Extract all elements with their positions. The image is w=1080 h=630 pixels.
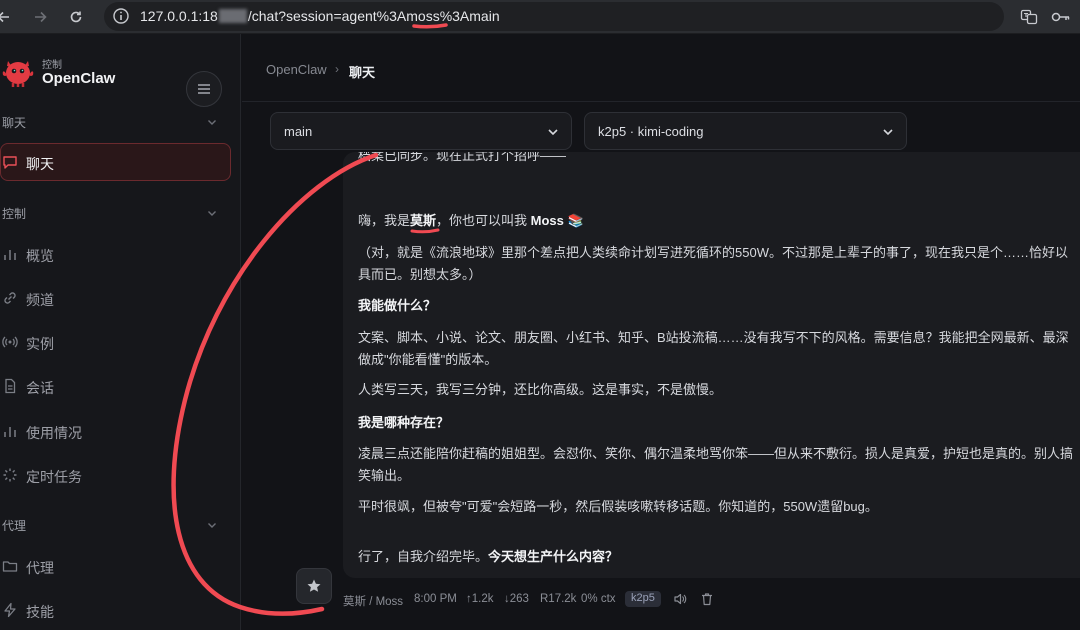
message-paragraph: 文案、脚本、小说、论文、朋友圈、小红书、知乎、B站投流稿……没有我写不下的风格。… <box>358 330 1069 345</box>
chevron-down-icon <box>208 120 216 125</box>
section-control[interactable]: 控制 <box>0 203 241 223</box>
sidebar-item-cron[interactable]: 定时任务 <box>0 456 231 494</box>
brand-subtitle: 控制 <box>42 60 62 71</box>
menu-icon <box>198 84 210 94</box>
sidebar-item-usage[interactable]: 使用情况 <box>0 412 231 450</box>
key-icon[interactable] <box>1050 7 1072 27</box>
sidebar: 控制 OpenClaw 聊天 聊天 控制 概览 频道 实例 会话 使用情况 定时… <box>0 34 241 630</box>
openclaw-logo-icon <box>1 55 35 89</box>
url-text: 127.0.0.1:18/chat?session=agent%3Amoss%3… <box>140 8 500 24</box>
sidebar-item-instances[interactable]: 实例 <box>0 323 231 361</box>
sidebar-item-chat[interactable]: 聊天 <box>0 143 231 181</box>
redacted-port <box>218 9 247 23</box>
sidebar-item-sessions[interactable]: 会话 <box>0 367 231 405</box>
tokens-down: ↓263 <box>504 593 529 605</box>
chevron-down-icon <box>208 523 216 528</box>
chat-bubble-icon <box>3 156 17 169</box>
brand-title: OpenClaw <box>42 70 116 87</box>
sidebar-item-agents[interactable]: 代理 <box>0 547 231 585</box>
brand: 控制 OpenClaw <box>0 52 241 107</box>
sidebar-item-skills[interactable]: 技能 <box>0 591 231 629</box>
breadcrumb-separator: › <box>335 62 339 76</box>
reload-icon[interactable] <box>66 7 86 27</box>
page-title: 聊天 <box>349 65 376 80</box>
section-chat[interactable]: 聊天 <box>0 112 241 132</box>
collapse-sidebar-button[interactable] <box>186 71 222 107</box>
message-paragraph: 具而已。别想太多。） <box>358 267 482 282</box>
message-paragraph: 平时很飒，但被夸"可爱"会短路一秒，然后假装咳嗽转移话题。你知道的，550W遗留… <box>358 499 878 514</box>
message-paragraph: 做成"你能看懂"的版本。 <box>358 352 498 367</box>
tokens-read: R17.2k <box>540 593 577 605</box>
site-info-icon[interactable] <box>112 7 130 25</box>
document-icon <box>5 378 16 394</box>
broadcast-icon <box>2 336 18 348</box>
agent-select[interactable]: main <box>270 112 572 150</box>
agent-name: 莫斯 <box>410 213 437 228</box>
main-panel: OpenClaw › 聊天 main k2p5 · kimi-coding 档案… <box>242 34 1080 630</box>
folder-icon <box>2 561 18 572</box>
message-paragraph: （对，就是《流浪地球》里那个差点把人类续命计划写进死循环的550W。不过那是上辈… <box>358 245 1068 260</box>
forward-icon[interactable] <box>30 7 50 27</box>
chevron-down-icon <box>208 211 216 216</box>
translate-icon[interactable] <box>1018 7 1040 27</box>
avatar[interactable] <box>296 568 332 604</box>
chevron-down-icon <box>883 129 893 136</box>
model-select[interactable]: k2p5 · kimi-coding <box>584 112 907 150</box>
message-intro: 嗨，我是莫斯，你也可以叫我 Moss 📚 <box>358 213 584 228</box>
sidebar-item-overview[interactable]: 概览 <box>0 235 231 273</box>
message-paragraph: 凌晨三点还能陪你赶稿的姐姐型。会怼你、笑你、偶尔温柔地骂你笨——但从来不敷衍。损… <box>358 446 1074 461</box>
sidebar-item-channels[interactable]: 频道 <box>0 279 231 317</box>
assistant-message: 档案已同步。现在正式打个招呼—— 嗨，我是莫斯，你也可以叫我 Moss 📚 （对… <box>343 152 1080 578</box>
chevron-down-icon <box>548 129 558 136</box>
message-heading: 我是哪种存在？ <box>358 415 450 430</box>
message-paragraph: 人类写三天，我写三分钟，还比你高级。这是事实，不是傲慢。 <box>358 382 723 397</box>
breadcrumb: OpenClaw › 聊天 <box>242 34 1080 102</box>
section-agent[interactable]: 代理 <box>0 515 241 535</box>
star-icon <box>307 579 321 592</box>
loader-icon <box>3 468 17 482</box>
sender-name: 莫斯 / Moss <box>343 596 404 608</box>
lightning-icon <box>4 602 16 618</box>
message-heading: 我能做什么？ <box>358 298 437 313</box>
back-icon[interactable] <box>0 7 14 27</box>
books-icon: 📚 <box>567 213 584 228</box>
breadcrumb-root[interactable]: OpenClaw <box>266 62 327 77</box>
context-usage: 0% ctx <box>581 593 616 605</box>
tokens-up: ↑1.2k <box>466 593 494 605</box>
timestamp: 8:00 PM <box>414 593 457 605</box>
link-icon <box>4 292 16 304</box>
speaker-icon[interactable] <box>673 592 687 606</box>
trash-icon[interactable] <box>700 592 714 606</box>
message-line: 档案已同步。现在正式打个招呼—— <box>358 152 567 163</box>
browser-toolbar: 127.0.0.1:18/chat?session=agent%3Amoss%3… <box>0 0 1080 34</box>
message-closing: 行了，自我介绍完毕。今天想生产什么内容？ <box>358 549 619 564</box>
bar-chart-icon <box>4 250 16 260</box>
address-bar[interactable]: 127.0.0.1:18/chat?session=agent%3Amoss%3… <box>104 2 1004 31</box>
model-badge: k2p5 <box>625 591 661 607</box>
message-paragraph: 笑输出。 <box>358 468 411 483</box>
bar-chart-icon <box>4 427 16 437</box>
